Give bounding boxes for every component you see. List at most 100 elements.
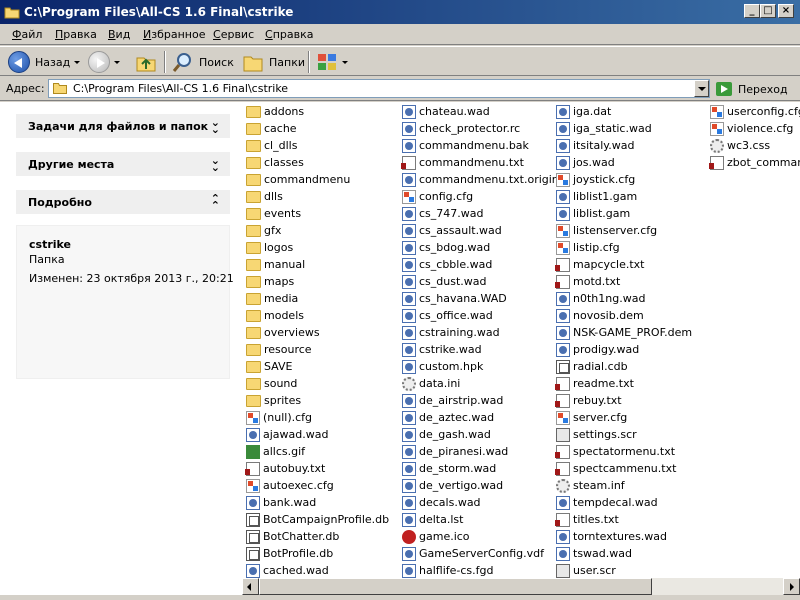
- file-item[interactable]: sprites: [246, 392, 301, 409]
- file-item[interactable]: liblist.gam: [556, 205, 630, 222]
- file-item[interactable]: check_protector.rc: [402, 120, 520, 137]
- maximize-button[interactable]: □: [760, 4, 776, 18]
- menu-tools[interactable]: Сервис: [213, 28, 254, 41]
- scroll-right-button[interactable]: [783, 578, 800, 595]
- file-item[interactable]: listenserver.cfg: [556, 222, 657, 239]
- menu-help[interactable]: Справка: [265, 28, 313, 41]
- file-item[interactable]: custom.hpk: [402, 358, 483, 375]
- file-item[interactable]: config.cfg: [402, 188, 473, 205]
- file-item[interactable]: cs_cbble.wad: [402, 256, 492, 273]
- file-item[interactable]: server.cfg: [556, 409, 627, 426]
- file-item[interactable]: NSK-GAME_PROF.dem: [556, 324, 692, 341]
- file-item[interactable]: GameServerConfig.vdf: [402, 545, 544, 562]
- file-item[interactable]: novosib.dem: [556, 307, 644, 324]
- go-button[interactable]: Переход: [716, 80, 788, 98]
- file-item[interactable]: tempdecal.wad: [556, 494, 658, 511]
- menu-edit[interactable]: Правка: [55, 28, 97, 41]
- file-item[interactable]: cs_havana.WAD: [402, 290, 507, 307]
- file-item[interactable]: zbot_command: [709, 154, 800, 171]
- file-item[interactable]: titles.txt: [555, 511, 619, 528]
- file-item[interactable]: gfx: [246, 222, 281, 239]
- file-item[interactable]: user.scr: [556, 562, 616, 578]
- file-item[interactable]: bank.wad: [246, 494, 316, 511]
- file-item[interactable]: BotProfile.db: [246, 545, 333, 562]
- search-button[interactable]: Поиск: [172, 50, 234, 74]
- file-item[interactable]: cstrike.wad: [402, 341, 482, 358]
- file-item[interactable]: cstraining.wad: [402, 324, 500, 341]
- file-item[interactable]: cache: [246, 120, 297, 137]
- file-item[interactable]: userconfig.cfg: [710, 103, 800, 120]
- file-item[interactable]: autobuy.txt: [245, 460, 325, 477]
- file-item[interactable]: n0th1ng.wad: [556, 290, 645, 307]
- file-item[interactable]: cs_bdog.wad: [402, 239, 490, 256]
- scroll-thumb[interactable]: [259, 578, 652, 595]
- file-item[interactable]: iga_static.wad: [556, 120, 652, 137]
- address-dropdown-button[interactable]: [694, 80, 709, 97]
- file-item[interactable]: classes: [246, 154, 304, 171]
- close-button[interactable]: ×: [778, 4, 794, 18]
- menu-favorites[interactable]: Избранное: [143, 28, 205, 41]
- file-item[interactable]: data.ini: [402, 375, 460, 392]
- file-item[interactable]: steam.inf: [556, 477, 625, 494]
- scroll-left-button[interactable]: [242, 578, 259, 595]
- file-item[interactable]: cs_dust.wad: [402, 273, 487, 290]
- file-item[interactable]: commandmenu.bak: [402, 137, 529, 154]
- file-item[interactable]: game.ico: [402, 528, 470, 545]
- file-item[interactable]: resource: [246, 341, 312, 358]
- file-item[interactable]: addons: [246, 103, 304, 120]
- file-item[interactable]: ajawad.wad: [246, 426, 328, 443]
- file-item[interactable]: delta.lst: [402, 511, 463, 528]
- file-item[interactable]: media: [246, 290, 298, 307]
- forward-button[interactable]: [88, 50, 120, 74]
- panel-details[interactable]: Подробно ⌃ ⌃: [16, 190, 230, 214]
- file-item[interactable]: joystick.cfg: [556, 171, 635, 188]
- file-item[interactable]: autoexec.cfg: [246, 477, 334, 494]
- file-item[interactable]: allcs.gif: [246, 443, 305, 460]
- file-item[interactable]: prodigy.wad: [556, 341, 639, 358]
- up-folder-button[interactable]: [135, 50, 157, 74]
- file-item[interactable]: manual: [246, 256, 305, 273]
- file-item[interactable]: de_piranesi.wad: [402, 443, 508, 460]
- file-item[interactable]: cs_assault.wad: [402, 222, 502, 239]
- file-item[interactable]: liblist1.gam: [556, 188, 637, 205]
- file-item[interactable]: itsitaly.wad: [556, 137, 634, 154]
- file-item[interactable]: listip.cfg: [556, 239, 620, 256]
- file-item[interactable]: SAVE: [246, 358, 292, 375]
- file-item[interactable]: spectatormenu.txt: [555, 443, 675, 460]
- file-item[interactable]: events: [246, 205, 301, 222]
- file-item[interactable]: iga.dat: [556, 103, 611, 120]
- views-button[interactable]: [316, 50, 348, 74]
- file-item[interactable]: BotCampaignProfile.db: [246, 511, 389, 528]
- file-item[interactable]: radial.cdb: [556, 358, 628, 375]
- file-item[interactable]: de_vertigo.wad: [402, 477, 503, 494]
- file-item[interactable]: cs_747.wad: [402, 205, 484, 222]
- file-item[interactable]: readme.txt: [555, 375, 634, 392]
- panel-file-tasks[interactable]: Задачи для файлов и папок ⌄ ⌄: [16, 114, 230, 138]
- file-item[interactable]: chateau.wad: [402, 103, 490, 120]
- file-item[interactable]: commandmenu.txt.original: [402, 171, 569, 188]
- file-item[interactable]: models: [246, 307, 304, 324]
- file-item[interactable]: logos: [246, 239, 293, 256]
- file-item[interactable]: settings.scr: [556, 426, 637, 443]
- address-field[interactable]: C:\Program Files\All-CS 1.6 Final\cstrik…: [48, 79, 710, 98]
- file-item[interactable]: rebuy.txt: [555, 392, 622, 409]
- file-item[interactable]: BotChatter.db: [246, 528, 339, 545]
- file-item[interactable]: de_airstrip.wad: [402, 392, 503, 409]
- file-item[interactable]: cs_office.wad: [402, 307, 493, 324]
- menu-view[interactable]: Вид: [108, 28, 130, 41]
- file-item[interactable]: (null).cfg: [246, 409, 312, 426]
- file-item[interactable]: de_storm.wad: [402, 460, 496, 477]
- file-item[interactable]: wc3.css: [710, 137, 770, 154]
- file-item[interactable]: dlls: [246, 188, 283, 205]
- file-item[interactable]: cached.wad: [246, 562, 329, 578]
- back-button[interactable]: Назад: [8, 50, 81, 74]
- file-item[interactable]: maps: [246, 273, 294, 290]
- file-item[interactable]: commandmenu.txt: [401, 154, 524, 171]
- file-item[interactable]: de_gash.wad: [402, 426, 491, 443]
- file-item[interactable]: spectcammenu.txt: [555, 460, 676, 477]
- file-item[interactable]: motd.txt: [555, 273, 620, 290]
- horizontal-scrollbar[interactable]: [242, 578, 800, 595]
- menu-file[interactable]: Файл: [12, 28, 42, 41]
- file-item[interactable]: cl_dlls: [246, 137, 297, 154]
- folders-button[interactable]: Папки: [242, 50, 305, 74]
